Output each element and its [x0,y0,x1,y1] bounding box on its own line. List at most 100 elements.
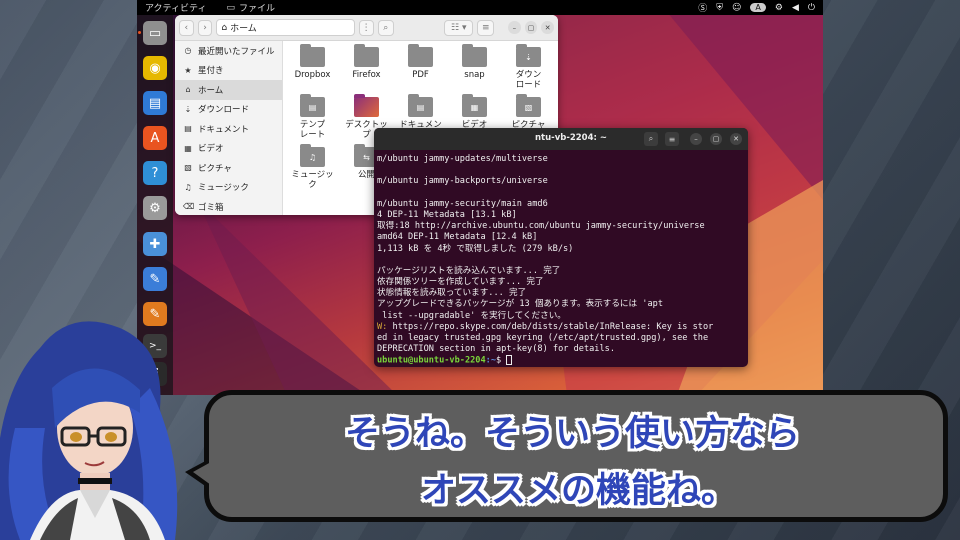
hamburger-menu-button[interactable]: ≡ [477,19,495,36]
terminal-window[interactable]: ntu-vb-2204: ~ ⌕ ≡ – ▢ ✕ m/ubuntu jammy-… [374,128,748,367]
location-bar[interactable]: ⌂ ホーム [216,19,355,36]
location-menu-button[interactable]: ⋮ [358,19,374,36]
sidebar-item-label: ホーム [198,85,224,96]
file-item[interactable]: ▦ ビデオ [447,94,502,130]
terminal-prompt[interactable]: ubuntu@ubuntu-vb-2204:~$ [377,355,747,366]
search-button[interactable]: ⌕ [377,19,395,36]
terminal-line: パッケージリストを読み込んでいます... 完了 [377,265,561,276]
folder-icon [408,44,433,67]
system-tray[interactable]: Ⓢ ⛨ ☺ A ⚙ ◀ ⏻ [698,1,815,15]
file-item[interactable]: ▤ テンプ レート [285,94,340,140]
file-manager-headerbar: ‹ › ⌂ ホーム ⋮ ⌕ ☷ ▾ ≡ – ▢ ✕ [175,15,558,41]
view-toggle-button[interactable]: ☷ ▾ [444,19,474,36]
extensions-icon[interactable]: ✚ [143,232,167,256]
sidebar-item[interactable]: ◷ 最近開いたファイル [175,41,282,61]
sidebar-item-icon: ⌫ [183,202,195,212]
folder-icon [354,44,379,67]
sidebar-item[interactable]: ⌫ ゴミ箱 [175,197,282,215]
terminal-line: m/ubuntu jammy-backports/universe [377,176,548,187]
sidebar-item[interactable]: ⌂ ホーム [175,80,282,100]
rhythmbox-icon[interactable]: ◉ [143,56,167,80]
terminal-output[interactable]: m/ubuntu jammy-updates/multiverse m/ubunt… [377,154,747,367]
terminal-line: 1,113 kB を 4秒 で取得しました (279 kB/s) [377,243,574,254]
terminal-warning-line: ed in legacy trusted.gpg keyring (/etc/a… [377,333,747,344]
templates-folder-icon: ▤ [300,94,325,117]
sidebar-item[interactable]: ★ 星付き [175,61,282,81]
sidebar-item-label: ゴミ箱 [198,202,224,213]
files-app-icon: ▭ [226,2,235,13]
sidebar-item-label: 最近開いたファイル [198,46,275,57]
terminal-search-button[interactable]: ⌕ [644,132,658,146]
terminal-close-button[interactable]: ✕ [730,133,742,145]
accessibility-icon[interactable]: ☺ [732,3,741,13]
file-item[interactable]: Firefox [339,44,394,80]
sidebar-item[interactable]: ▧ ピクチャ [175,158,282,178]
sidebar-item[interactable]: ▤ ドキュメント [175,119,282,139]
file-item[interactable]: ♫ ミュージッ ク [285,144,340,190]
file-item[interactable]: snap [447,44,502,80]
sidebar-item-label: ピクチャ [198,163,232,174]
activities-button[interactable]: アクティビティ [145,1,206,14]
sidebar-item-label: 星付き [198,66,224,77]
documents-folder-icon: ▤ [408,94,433,117]
input-method-indicator[interactable]: A [750,3,766,12]
sidebar-item[interactable]: ▦ ビデオ [175,139,282,159]
maximize-button[interactable]: ▢ [524,21,538,34]
terminal-warning-line: W: https://repo.skype.com/deb/dists/stab… [377,322,747,333]
file-item-label: Firefox [352,70,381,80]
forward-button[interactable]: › [197,19,213,36]
folder-icon [462,44,487,67]
sidebar-item-icon: ▦ [184,143,192,153]
shield-tray-icon[interactable]: ⛨ [716,3,723,13]
terminal-maximize-button[interactable]: ▢ [710,133,722,145]
terminal-line: list --upgradable' を実行してください。 [377,310,566,321]
help-icon[interactable]: ? [143,161,167,185]
terminal-line: 4 DEP-11 Metadata [13.1 kB] [377,209,517,220]
music-folder-icon: ♫ [300,144,325,167]
settings-icon[interactable]: ⚙ [143,196,167,220]
terminal-cursor [506,355,513,366]
sidebar-item-label: ビデオ [198,144,224,155]
warning-text: ed in legacy trusted.gpg keyring (/etc/a… [377,333,709,343]
network-icon[interactable]: ⚙ [775,3,783,13]
app-menu[interactable]: ▭ ファイル [226,1,276,15]
warning-text: DEPRECATION section in apt-key(8) for de… [377,344,615,355]
sidebar-item[interactable]: ♫ ミュージック [175,178,282,198]
warning-text: https://repo.skype.com/deb/dists/stable/… [392,321,714,332]
terminal-menu-button[interactable]: ≡ [665,132,679,146]
volume-icon[interactable]: ◀ [792,3,799,13]
minimize-button[interactable]: – [508,21,521,34]
back-button[interactable]: ‹ [179,19,194,36]
terminal-line: m/ubuntu jammy-security/main amd6 [377,198,548,209]
file-item[interactable]: PDF [393,44,448,80]
terminal-warning-line: DEPRECATION section in apt-key(8) for de… [377,344,747,355]
text-editor-icon[interactable]: ✎ [143,267,167,291]
file-item-label: PDF [412,70,429,80]
writer-icon[interactable]: ▤ [143,91,167,115]
files-icon[interactable]: ▭ [143,21,167,45]
sidebar-item-icon: ▤ [184,124,192,134]
app-menu-label: ファイル [239,4,276,14]
speech-bubble-tail-fill [193,462,211,485]
app-center-icon[interactable]: A [143,126,167,150]
terminal-line: アップグレードできるパッケージが 13 個あります。表示するには 'apt [377,299,663,310]
file-item-label: テンプ レート [299,120,326,140]
sidebar-item[interactable]: ⇣ ダウンロード [175,100,282,120]
sidebar-item-icon: ◷ [184,46,192,56]
sidebar-item-label: ダウンロード [198,105,250,116]
terminal-line: 取得:18 http://archive.ubuntu.com/ubuntu j… [377,221,705,232]
file-item[interactable]: ▧ ピクチャ [501,94,556,130]
file-item-label: ミュージッ ク [291,170,334,190]
file-item[interactable]: Dropbox [285,44,340,80]
sidebar-item-icon: ★ [184,65,192,75]
sidebar-item-icon: ▧ [184,163,192,173]
skype-tray-icon[interactable]: Ⓢ [698,1,707,14]
close-button[interactable]: ✕ [541,21,555,34]
power-icon[interactable]: ⏻ [808,3,815,13]
file-item[interactable]: ⇣ ダウン ロード [501,44,556,90]
location-label: ホーム [230,24,257,34]
terminal-minimize-button[interactable]: – [690,133,702,145]
sidebar-item-label: ミュージック [198,183,249,194]
file-manager-sidebar: ◷ 最近開いたファイル ★ 星付き ⌂ ホーム ⇣ ダウンロード ▤ ドキュメント ▦ ビデオ ▧ ピクチ… [175,41,283,215]
